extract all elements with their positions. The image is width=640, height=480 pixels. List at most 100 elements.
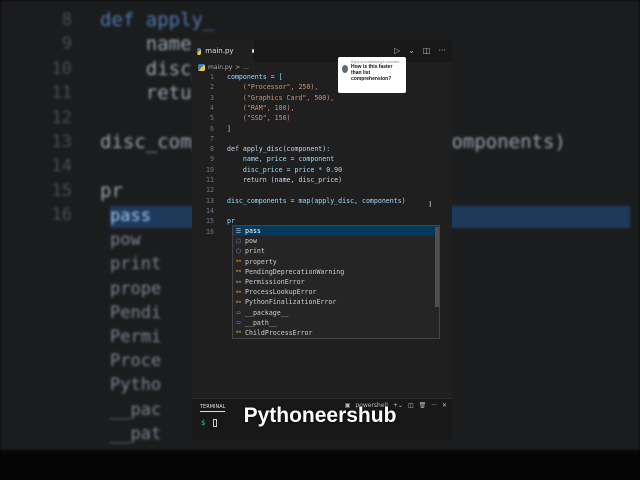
bg-suggestion: print — [110, 254, 162, 275]
code-line[interactable]: 11 return (name, disc_price) — [192, 175, 342, 185]
python-file-icon — [198, 64, 205, 71]
line-number: 2 — [210, 83, 214, 92]
bg-line-number: 8 — [61, 10, 72, 30]
suggestion-label: PendingDeprecationWarning — [245, 267, 345, 276]
line-number: 12 — [206, 186, 214, 195]
line-number: 13 — [206, 196, 214, 205]
code-text: def apply_disc(component): — [227, 145, 331, 154]
class-icon: ⚯ — [235, 329, 242, 337]
suggestion-label: ProcessLookupError — [245, 288, 317, 297]
line-number: 6 — [210, 124, 214, 133]
suggestion-label: property — [245, 257, 277, 266]
suggestion-label: ChildProcessError — [245, 328, 313, 337]
suggestion-item[interactable]: ⬡ pow — [233, 236, 439, 246]
bg-suggestion: pow — [110, 230, 141, 251]
code-text: ("Processor", 250), — [227, 83, 319, 92]
bg-code-right: components) — [440, 131, 566, 153]
breadcrumb-file[interactable]: main.py — [208, 64, 232, 71]
suggestion-label: __package__ — [245, 308, 289, 317]
code-line[interactable]: 5 ("SSD", 150) — [192, 113, 291, 123]
bg-suggestion: Pendi — [110, 302, 162, 323]
suggestion-item[interactable]: ⚯ PermissionError — [233, 277, 439, 287]
vscode-window: main.py ▷ ⌄ ◫ ··· main.py > ... 1 compone… — [192, 40, 452, 440]
suggestion-item[interactable]: ⚯ ProcessLookupError — [233, 287, 439, 297]
code-line[interactable]: 9 name, price = component — [192, 154, 334, 164]
bg-code-line: retur — [100, 82, 203, 105]
keyword-icon: ☰ — [235, 227, 242, 235]
code-line[interactable]: 7 — [192, 134, 227, 144]
code-line[interactable]: 13 disc_components = map(apply_disc, comp… — [192, 196, 406, 206]
bg-line-number: 12 — [51, 107, 72, 128]
bg-suggestion: prope — [110, 278, 162, 299]
suggestion-item[interactable]: ⚯ PythonFinalizationError — [233, 297, 439, 307]
chevron-down-icon[interactable]: ⌄ — [408, 46, 415, 55]
class-icon: ⚯ — [235, 258, 242, 266]
more-icon[interactable]: ··· — [438, 46, 446, 55]
tab-bar: main.py ▷ ⌄ ◫ ··· — [192, 40, 452, 62]
suggestion-label: PythonFinalizationError — [245, 298, 337, 307]
line-number: 3 — [210, 93, 214, 102]
comment-question: How is this faster than list comprehensi… — [351, 64, 393, 82]
suggestion-item[interactable]: ⚯ PendingDeprecationWarning — [233, 267, 439, 277]
scrollbar[interactable] — [435, 227, 439, 307]
unsaved-dot-icon — [251, 49, 254, 53]
bg-line-number: 15 — [51, 180, 72, 201]
class-icon: ⚯ — [235, 288, 242, 296]
suggestion-item[interactable]: ⚯ property — [233, 257, 439, 267]
bg-line-number: 13 — [51, 132, 72, 152]
bg-code-line: def apply_ — [100, 9, 215, 31]
code-line[interactable]: 16 — [192, 227, 227, 237]
suggestion-item[interactable]: ▭ __path__ — [233, 318, 439, 328]
code-text: return (name, disc_price) — [227, 176, 343, 184]
bg-code-line: pr — [100, 179, 123, 202]
function-icon: ⬡ — [235, 237, 242, 245]
line-number: 16 — [206, 227, 214, 236]
bg-bottom-bar — [0, 450, 640, 480]
suggestion-label: print — [245, 247, 265, 256]
bg-line-number: 14 — [51, 156, 72, 177]
code-text: ("Graphics Card", 500), — [227, 93, 335, 102]
python-file-icon — [197, 47, 202, 55]
bg-suggestion: pass — [110, 206, 151, 226]
avatar — [342, 65, 348, 73]
line-number: 10 — [206, 165, 214, 174]
bg-line-number: 11 — [51, 83, 72, 104]
bg-suggestion: Pytho — [110, 375, 162, 396]
code-line[interactable]: 12 — [192, 185, 227, 195]
suggestion-item[interactable]: ▭ __package__ — [233, 308, 439, 318]
run-icon[interactable]: ▷ — [394, 46, 400, 55]
code-line[interactable]: 8 def apply_disc(component): — [192, 144, 330, 154]
comment-card: Reply to scottdoberg's comment How is th… — [338, 57, 406, 93]
bg-line-number: 9 — [61, 34, 72, 55]
code-line[interactable]: 6] — [192, 124, 231, 134]
class-icon: ⚯ — [235, 268, 242, 276]
bg-suggestion: Proce — [110, 351, 162, 372]
line-number: 1 — [210, 73, 214, 81]
function-icon: ⬡ — [235, 247, 242, 255]
code-text: disc_price = price * 0.90 — [227, 165, 343, 174]
code-line[interactable]: 15 pr — [192, 216, 235, 226]
suggestion-item[interactable]: ⚯ ChildProcessError — [233, 328, 439, 338]
code-text: ] — [227, 124, 231, 133]
suggestion-label: pass — [245, 227, 261, 236]
line-number: 7 — [210, 134, 214, 143]
code-line[interactable]: 1 components = [ — [192, 72, 283, 82]
code-line[interactable]: 10 disc_price = price * 0.90 — [192, 165, 342, 175]
code-line[interactable]: 14 — [192, 206, 227, 216]
suggestion-label: pow — [245, 237, 257, 246]
suggestion-item[interactable]: ⬡ print — [233, 246, 439, 256]
autocomplete-list[interactable]: ☰ pass ⬡ pow ⬡ print ⚯ property ⚯ PendingDeprecat… — [232, 225, 440, 339]
code-line[interactable]: 4 ("RAM", 100), — [192, 103, 294, 113]
code-line[interactable]: 3 ("Graphics Card", 500), — [192, 93, 334, 103]
code-line[interactable]: 2 ("Processor", 250), — [192, 82, 318, 92]
breadcrumb-sep: > — [235, 64, 241, 71]
line-number: 11 — [206, 176, 214, 184]
suggestion-item[interactable]: ☰ pass — [233, 226, 439, 237]
code-text: ("SSD", 150) — [227, 114, 291, 123]
split-editor-icon[interactable]: ◫ — [423, 46, 431, 55]
tab-main-py[interactable]: main.py — [192, 40, 254, 62]
line-number: 15 — [206, 217, 214, 226]
class-icon: ⚯ — [235, 278, 242, 286]
breadcrumb-more[interactable]: ... — [243, 64, 249, 71]
code-text: pr — [227, 217, 235, 226]
